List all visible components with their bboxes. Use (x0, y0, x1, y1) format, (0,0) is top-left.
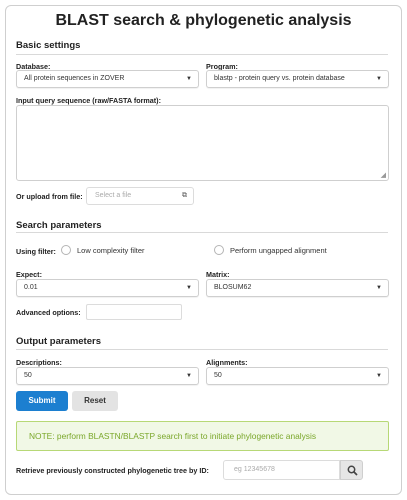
output-parameters-heading: Output parameters (16, 336, 101, 347)
advanced-options-input[interactable] (86, 304, 182, 320)
alignments-select-value: 50 (214, 372, 222, 379)
divider (16, 349, 388, 350)
chevron-down-icon: ▼ (186, 373, 192, 379)
advanced-options-label: Advanced options: (16, 308, 81, 317)
descriptions-select[interactable]: 50 ▼ (16, 367, 199, 385)
resize-handle-icon[interactable]: ◢ (381, 171, 386, 179)
matrix-select[interactable]: BLOSUM62 ▼ (206, 279, 389, 297)
search-icon (347, 465, 358, 476)
phylogenetic-note: NOTE: perform BLASTN/BLASTP search first… (16, 421, 389, 451)
descriptions-select-value: 50 (24, 372, 32, 379)
search-button[interactable] (340, 460, 363, 480)
program-select-value: blastp - protein query vs. protein datab… (214, 75, 345, 82)
matrix-select-value: BLOSUM62 (214, 284, 252, 291)
chevron-down-icon: ▼ (376, 373, 382, 379)
page-title: BLAST search & phylogenetic analysis (55, 12, 352, 29)
divider (16, 232, 388, 233)
file-upload-input[interactable]: Select a file ⧉ (86, 187, 194, 205)
query-textarea[interactable]: ◢ (16, 105, 389, 181)
matrix-label: Matrix: (206, 270, 230, 279)
alignments-select[interactable]: 50 ▼ (206, 367, 389, 385)
chevron-down-icon: ▼ (376, 76, 382, 82)
chevron-down-icon: ▼ (186, 285, 192, 291)
expect-label: Expect: (16, 270, 42, 279)
database-select[interactable]: All protein sequences in ZOVER ▼ (16, 70, 199, 88)
descriptions-label: Descriptions: (16, 358, 62, 367)
chevron-down-icon: ▼ (376, 285, 382, 291)
low-complexity-label[interactable]: Low complexity filter (77, 246, 145, 255)
copy-icon[interactable]: ⧉ (182, 188, 187, 204)
filter-label: Using filter: (16, 247, 56, 256)
database-select-value: All protein sequences in ZOVER (24, 75, 125, 82)
ungapped-alignment-checkbox[interactable] (214, 245, 224, 255)
reset-button[interactable]: Reset (72, 391, 118, 411)
file-upload-placeholder: Select a file (95, 192, 132, 199)
divider (16, 54, 388, 55)
expect-select[interactable]: 0.01 ▼ (16, 279, 199, 297)
upload-label: Or upload from file: (16, 192, 83, 201)
program-select[interactable]: blastp - protein query vs. protein datab… (206, 70, 389, 88)
chevron-down-icon: ▼ (186, 76, 192, 82)
low-complexity-checkbox[interactable] (61, 245, 71, 255)
basic-settings-heading: Basic settings (16, 40, 81, 51)
retrieve-tree-label: Retrieve previously constructed phylogen… (16, 466, 209, 475)
query-label: Input query sequence (raw/FASTA format): (16, 96, 161, 105)
ungapped-alignment-label[interactable]: Perform ungapped alignment (230, 246, 327, 255)
alignments-label: Alignments: (206, 358, 248, 367)
expect-select-value: 0.01 (24, 284, 38, 291)
tree-id-input[interactable]: eg 12345678 (223, 460, 340, 480)
submit-button[interactable]: Submit (16, 391, 68, 411)
search-parameters-heading: Search parameters (16, 220, 102, 231)
